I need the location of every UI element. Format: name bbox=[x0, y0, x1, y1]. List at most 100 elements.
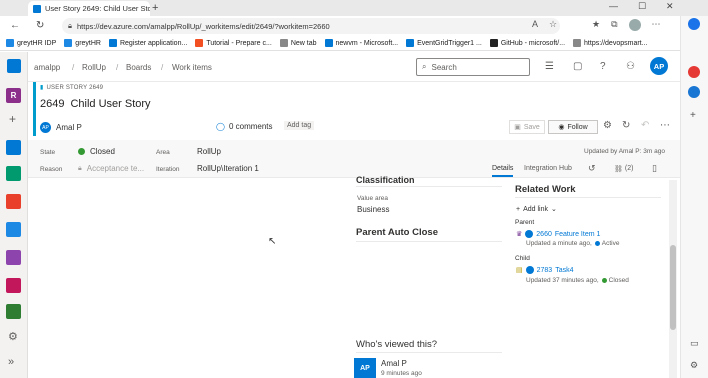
more-icon[interactable]: ⋯ bbox=[652, 19, 661, 31]
area-value[interactable]: RollUp bbox=[197, 147, 221, 156]
iteration-value[interactable]: RollUp\Iteration 1 bbox=[197, 164, 259, 173]
follow-button[interactable]: ◉ Follow bbox=[548, 120, 598, 134]
bookmark-item[interactable]: GitHub - microsoft/... bbox=[489, 39, 565, 47]
child-link[interactable]: ▤ 2783 Task4 bbox=[516, 266, 574, 274]
bookmark-item[interactable]: greytHR IDP bbox=[6, 39, 56, 47]
breadcrumb-work-items[interactable]: Work items bbox=[172, 63, 212, 72]
breadcrumb-project[interactable]: RollUp bbox=[82, 63, 106, 72]
repos-icon[interactable] bbox=[6, 194, 21, 209]
feature-trophy-icon: ♛ bbox=[516, 231, 523, 238]
value-area-field[interactable]: Business bbox=[357, 205, 389, 214]
favorites-bar-icon[interactable]: ★ bbox=[592, 19, 600, 31]
collections-icon[interactable]: ⧉ bbox=[611, 19, 617, 31]
bookmark-item[interactable]: Tutorial - Prepare c... bbox=[195, 39, 272, 47]
artifacts-icon[interactable] bbox=[6, 278, 21, 293]
assigned-to[interactable]: AP Amal P bbox=[40, 122, 82, 133]
browser-tab[interactable]: User Story 2649: Child User Story ✕ bbox=[28, 1, 150, 16]
marketplace-bag-icon[interactable]: ▢ bbox=[573, 61, 582, 72]
bookmark-item[interactable]: New tab bbox=[279, 39, 317, 47]
azure-devops-logo-icon[interactable] bbox=[7, 59, 21, 73]
user-avatar[interactable]: AP bbox=[650, 57, 668, 75]
help-icon[interactable]: ? bbox=[600, 61, 606, 72]
profile-icon[interactable] bbox=[628, 19, 641, 31]
list-icon[interactable]: ☰ bbox=[545, 61, 554, 72]
link-icon: ⛓ bbox=[614, 166, 623, 173]
bing-icon[interactable] bbox=[688, 18, 700, 30]
viewer-avatar: AP bbox=[354, 358, 376, 378]
project-avatar-icon[interactable]: R bbox=[6, 88, 21, 103]
back-arrow-icon[interactable]: ← bbox=[10, 20, 20, 31]
work-item-title-text: Child User Story bbox=[70, 98, 151, 110]
new-tab-button[interactable]: + bbox=[152, 2, 158, 14]
url-field[interactable]: 🔒︎ https://dev.azure.com/amalpp/RollUp/_… bbox=[62, 18, 560, 34]
search-placeholder: Search bbox=[431, 62, 457, 72]
breadcrumb-org[interactable]: amalpp bbox=[34, 63, 60, 72]
comments-link[interactable]: ◯ 0 comments bbox=[216, 122, 273, 131]
bookmark-item[interactable]: greytHR bbox=[64, 39, 101, 47]
parent-link[interactable]: ♛ 2660 Feature Item 1 bbox=[516, 230, 600, 238]
add-sidebar-app-icon[interactable]: + bbox=[690, 110, 696, 121]
search-icon: ⌕ bbox=[422, 62, 427, 71]
viewer-name[interactable]: Amal P bbox=[381, 359, 407, 368]
who-viewed-title: Who's viewed this? bbox=[356, 339, 438, 350]
outlook-icon[interactable] bbox=[688, 86, 700, 98]
tab-links[interactable]: ⛓ (2) bbox=[614, 165, 633, 173]
attachment-icon[interactable]: ▯ bbox=[652, 163, 657, 174]
bookmark-item[interactable]: https://devopsmart... bbox=[573, 39, 647, 47]
more-actions-icon[interactable]: ⋯ bbox=[660, 120, 670, 131]
child-title: Task4 bbox=[555, 266, 574, 274]
minimize-button[interactable]: — bbox=[609, 1, 618, 11]
mouse-cursor-icon: ↖ bbox=[268, 236, 277, 247]
breadcrumb-separator: / bbox=[161, 63, 164, 72]
pipelines-icon[interactable] bbox=[6, 222, 21, 237]
tab-details[interactable]: Details bbox=[492, 165, 514, 177]
refresh-icon[interactable]: ↻ bbox=[36, 20, 44, 31]
maximize-button[interactable]: ☐ bbox=[638, 1, 646, 12]
extension-icon[interactable] bbox=[6, 304, 21, 319]
bookmark-icon bbox=[324, 39, 333, 47]
search-box[interactable]: ⌕ Search bbox=[416, 58, 530, 76]
history-icon[interactable]: ↺ bbox=[588, 163, 596, 174]
favorite-icon[interactable]: ☆ bbox=[549, 19, 557, 30]
bookmark-icon bbox=[64, 39, 73, 47]
bookmark-item[interactable]: Register application... bbox=[108, 39, 187, 47]
child-id: 2783 bbox=[536, 266, 553, 274]
close-window-button[interactable]: ✕ bbox=[666, 1, 674, 12]
settings-gear-icon[interactable]: ⚙ bbox=[603, 120, 612, 131]
breadcrumb-boards[interactable]: Boards bbox=[126, 63, 151, 72]
active-dot-icon bbox=[594, 241, 600, 246]
sidebar-settings-icon[interactable]: ⚙ bbox=[690, 360, 698, 371]
reason-label: Reason bbox=[40, 166, 63, 173]
details-scrollbar-thumb[interactable] bbox=[670, 245, 676, 330]
new-item-plus-icon[interactable]: + bbox=[9, 112, 16, 126]
add-tag-button[interactable]: Add tag bbox=[284, 121, 315, 130]
save-button[interactable]: ▣ Save bbox=[509, 120, 545, 134]
child-meta: Updated 37 minutes ago, Closed bbox=[526, 277, 629, 284]
read-aloud-icon[interactable]: A bbox=[532, 19, 538, 30]
boards-icon[interactable] bbox=[6, 166, 21, 181]
expand-rail-chevron-icon[interactable]: » bbox=[8, 356, 14, 368]
work-item-title[interactable]: 2649 Child User Story bbox=[40, 98, 151, 110]
state-field[interactable]: Closed bbox=[78, 147, 115, 156]
add-icon: + bbox=[516, 205, 521, 213]
section-divider bbox=[356, 352, 502, 353]
refresh-work-item-icon[interactable]: ↻ bbox=[622, 120, 630, 131]
sidebar-app-icon[interactable] bbox=[688, 66, 700, 78]
sidebar-layout-icon[interactable]: ▭ bbox=[690, 338, 699, 349]
section-divider bbox=[515, 197, 661, 198]
url-text: https://dev.azure.com/amalpp/RollUp/_wor… bbox=[77, 21, 330, 31]
add-link-button[interactable]: + Add link ⌄ bbox=[516, 205, 557, 214]
test-plans-icon[interactable] bbox=[6, 250, 21, 265]
bookmark-item[interactable]: EventGridTrigger1 ... bbox=[406, 39, 482, 47]
updated-by-text[interactable]: Updated by Amal P: 3m ago bbox=[584, 148, 665, 155]
reason-field[interactable]: 🔒︎ Acceptance te... bbox=[78, 164, 144, 173]
bookmark-item[interactable]: newvm - Microsoft... bbox=[324, 39, 398, 47]
eye-icon: ◉ bbox=[558, 124, 565, 131]
user-settings-icon[interactable]: ⚇ bbox=[626, 61, 635, 72]
overview-icon[interactable] bbox=[6, 140, 21, 155]
tab-title: User Story 2649: Child User Story bbox=[45, 4, 150, 13]
tab-integration-hub[interactable]: Integration Hub bbox=[524, 165, 572, 172]
reason-value: Acceptance te... bbox=[86, 164, 145, 173]
revert-icon[interactable]: ↶ bbox=[641, 120, 649, 131]
project-settings-gear-icon[interactable]: ⚙ bbox=[8, 330, 18, 343]
